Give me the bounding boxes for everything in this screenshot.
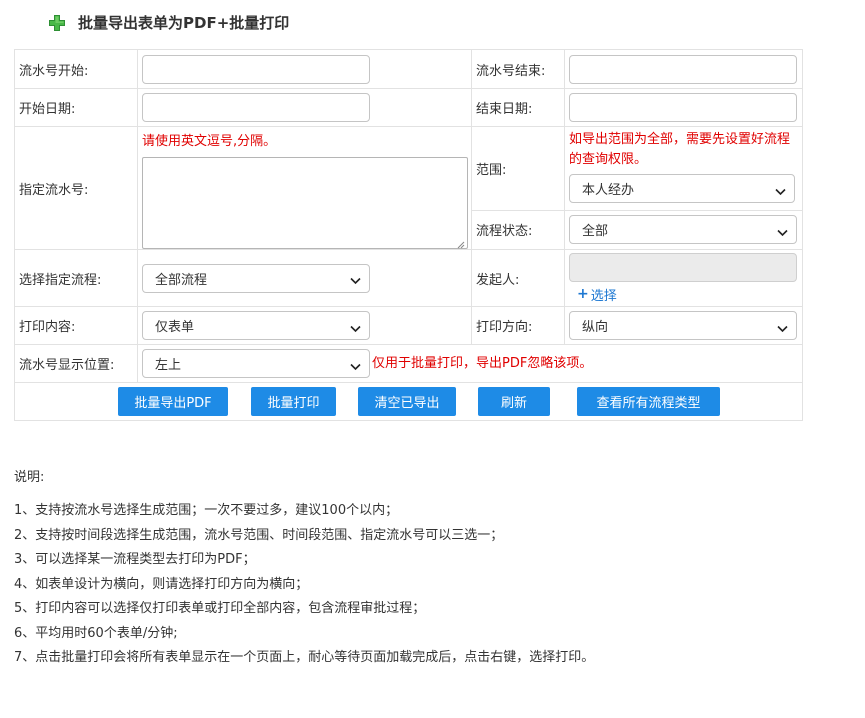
- serial-position-select-value: 左上: [155, 358, 182, 373]
- serial-position-label: 流水号显示位置:: [14, 344, 138, 383]
- row-date-range: 开始日期: 结束日期:: [14, 88, 803, 127]
- specify-serial-label: 指定流水号:: [14, 126, 138, 250]
- refresh-button[interactable]: 刷新: [478, 387, 550, 416]
- initiator-choose-label: 选择: [590, 288, 617, 304]
- initiator-field: [569, 252, 797, 282]
- chevron-down-icon: [350, 274, 361, 285]
- serial-position-hint: 仅用于批量打印，导出PDF忽略该项。: [372, 355, 593, 371]
- print-direction-label: 打印方向:: [471, 306, 565, 345]
- export-form-table: 流水号开始: 流水号结束: 开始日期: 结束日期: 指定流水号: 请使用英文逗号…: [14, 49, 803, 421]
- chevron-down-icon: [350, 360, 361, 370]
- specify-serial-textarea[interactable]: [142, 157, 468, 249]
- instruction-item: 7、点击批量打印会将所有表单显示在一个页面上，耐心等待页面加载完成后，点击右键，…: [14, 650, 595, 665]
- chevron-down-icon: [775, 185, 786, 195]
- resize-grip-icon[interactable]: [457, 238, 465, 249]
- plus-icon: [48, 14, 66, 32]
- page-header: 批量导出表单为PDF+批量打印: [48, 12, 289, 33]
- flow-status-select-value: 全部: [582, 224, 609, 240]
- batch-print-button[interactable]: 批量打印: [251, 387, 336, 416]
- serial-end-label: 流水号结束:: [471, 49, 565, 89]
- instruction-item: 6、平均用时60个表单/分钟;: [14, 625, 178, 641]
- start-date-label: 开始日期:: [14, 88, 138, 127]
- serial-position-select[interactable]: 左上: [142, 349, 370, 378]
- action-button-row: 批量导出PDF 批量打印 清空已导出 刷新 查看所有流程类型: [15, 387, 802, 416]
- batch-export-pdf-button[interactable]: 批量导出PDF: [118, 387, 228, 416]
- plus-icon: +: [577, 286, 589, 302]
- instruction-item: 2、支持按时间段选择生成范围，流水号范围、时间段范围、指定流水号可以三选一；: [14, 527, 504, 543]
- clear-exported-button[interactable]: 清空已导出: [358, 387, 456, 416]
- select-flow-select[interactable]: 全部流程: [142, 263, 370, 293]
- row-serial-range: 流水号开始: 流水号结束:: [14, 49, 803, 89]
- select-flow-label: 选择指定流程:: [14, 249, 138, 307]
- initiator-label: 发起人:: [471, 249, 565, 307]
- page-title: 批量导出表单为PDF+批量打印: [78, 14, 290, 32]
- instruction-item: 1、支持按流水号选择生成范围；一次不要过多，建议100个以内；: [14, 503, 399, 518]
- row-serial-position: 流水号显示位置: 左上 仅用于批量打印，导出PDF忽略该项。: [14, 344, 803, 383]
- serial-start-label: 流水号开始:: [14, 49, 138, 89]
- print-content-label: 打印内容:: [14, 306, 138, 345]
- row-select-flow: 选择指定流程: 全部流程 发起人: + 选择: [14, 249, 803, 307]
- serial-end-input[interactable]: [569, 54, 797, 84]
- instruction-item: 3、可以选择某一流程类型去打印为PDF；: [14, 552, 256, 567]
- scope-hint: 如导出范围为全部，需要先设置好流程的查询权限。: [569, 132, 791, 167]
- row-print-options: 打印内容: 仅表单 打印方向: 纵向: [14, 306, 803, 345]
- start-date-input[interactable]: [142, 93, 370, 122]
- scope-select[interactable]: 本人经办: [569, 174, 795, 203]
- end-date-input[interactable]: [569, 93, 797, 122]
- chevron-down-icon: [777, 226, 788, 236]
- scope-label: 范围:: [471, 126, 565, 211]
- flow-status-select[interactable]: 全部: [569, 215, 797, 245]
- initiator-choose-link[interactable]: + 选择: [577, 285, 617, 304]
- row-actions: 批量导出PDF 批量打印 清空已导出 刷新 查看所有流程类型: [14, 382, 803, 421]
- serial-start-input[interactable]: [142, 54, 370, 84]
- flow-status-label: 流程状态:: [471, 209, 565, 251]
- instruction-item: 5、打印内容可以选择仅打印表单或打印全部内容，包含流程审批过程；: [14, 601, 426, 616]
- instructions-section: 说明: 1、支持按流水号选择生成范围；一次不要过多，建议100个以内； 2、支持…: [14, 466, 594, 671]
- chevron-down-icon: [350, 322, 361, 332]
- view-all-flow-types-button[interactable]: 查看所有流程类型: [577, 387, 720, 416]
- instruction-item: 4、如表单设计为横向，则请选择打印方向为横向；: [14, 576, 309, 592]
- chevron-down-icon: [777, 322, 788, 332]
- print-direction-select-value: 纵向: [582, 320, 609, 335]
- row-specify-scope: 指定流水号: 请使用英文逗号,分隔。 范围: 如导出范围为全部，需要先设置好流程…: [14, 126, 803, 250]
- print-content-select[interactable]: 仅表单: [142, 311, 370, 340]
- scope-select-value: 本人经办: [582, 183, 635, 198]
- specify-serial-hint: 请使用英文逗号,分隔。: [142, 134, 277, 149]
- instructions-title: 说明:: [14, 470, 45, 485]
- print-direction-select[interactable]: 纵向: [569, 311, 797, 340]
- select-flow-select-value: 全部流程: [155, 272, 208, 288]
- end-date-label: 结束日期:: [471, 88, 565, 127]
- print-content-select-value: 仅表单: [155, 320, 195, 335]
